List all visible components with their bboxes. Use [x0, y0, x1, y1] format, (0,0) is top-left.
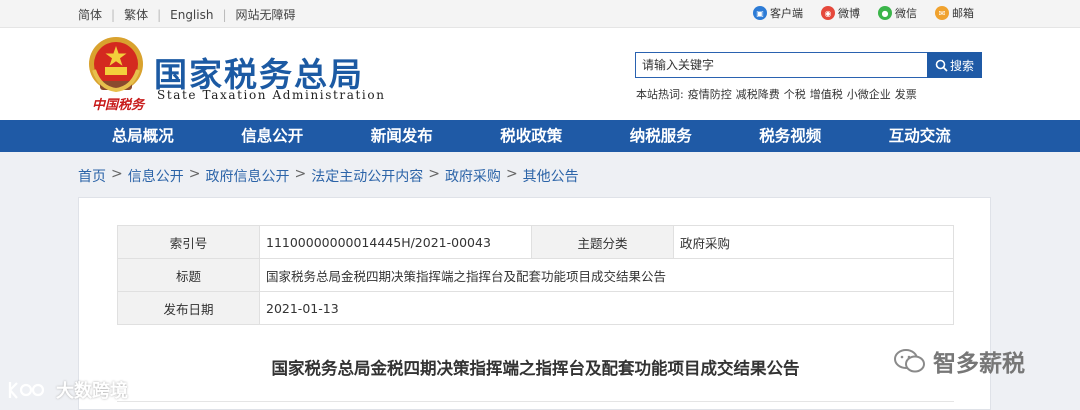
hot-words-label: 本站热词:	[636, 88, 684, 101]
hot-words: 本站热词: 疫情防控 减税降费 个税 增值税 小微企业 发票	[636, 86, 921, 102]
weibo-label: 微博	[838, 7, 860, 20]
index-value: 11100000000014445H/2021-00043	[259, 225, 532, 259]
social-links: ▣ 客户端 ◉ 微博 ● 微信 ✉ 邮箱	[735, 5, 974, 21]
watermark-right: 智多薪税	[893, 344, 1025, 378]
weibo-icon: ◉	[821, 6, 835, 20]
breadcrumb-separator: >	[505, 166, 518, 182]
hot-word[interactable]: 减税降费	[736, 86, 780, 102]
date-label: 发布日期	[117, 291, 260, 325]
hot-word[interactable]: 发票	[895, 86, 917, 102]
article-card: 索引号 11100000000014445H/2021-00043 主题分类 政…	[78, 197, 991, 410]
mail-icon: ✉	[935, 6, 949, 20]
divider: |	[222, 7, 227, 22]
divider	[117, 401, 954, 402]
divider: |	[157, 7, 162, 22]
link-english[interactable]: English	[170, 8, 213, 22]
nav-item-interaction[interactable]: 互动交流	[855, 120, 985, 152]
breadcrumb-current[interactable]: 其他公告	[523, 166, 579, 186]
watermark-right-text: 智多薪税	[933, 351, 1025, 377]
brand-icon	[8, 382, 45, 399]
breadcrumb-separator: >	[428, 166, 440, 182]
breadcrumb-item[interactable]: 政府信息公开	[205, 166, 289, 186]
breadcrumb-item[interactable]: 法定主动公开内容	[311, 166, 423, 186]
mail-link[interactable]: ✉ 邮箱	[935, 5, 974, 21]
divider: |	[111, 7, 116, 22]
nav-item-video[interactable]: 税务视频	[726, 120, 856, 152]
wechat-link[interactable]: ● 微信	[878, 5, 917, 21]
site-header: 中国税务 国家税务总局 State Taxation Administratio…	[0, 28, 1080, 120]
article-title: 国家税务总局金税四期决策指挥端之指挥台及配套功能项目成交结果公告	[271, 359, 800, 378]
client-label: 客户端	[770, 7, 803, 20]
document-meta-table: 索引号 11100000000014445H/2021-00043 主题分类 政…	[117, 225, 954, 325]
client-link[interactable]: ▣ 客户端	[753, 5, 803, 21]
main-nav: 总局概况 信息公开 新闻发布 税收政策 纳税服务 税务视频 互动交流	[0, 120, 1080, 152]
table-row: 发布日期 2021-01-13	[117, 291, 954, 325]
link-simplified[interactable]: 简体	[78, 6, 102, 23]
hot-word[interactable]: 疫情防控	[688, 86, 732, 102]
national-emblem-logo[interactable]	[86, 34, 146, 96]
title-label: 标题	[117, 258, 260, 292]
search-button-label: 搜索	[949, 58, 974, 73]
wechat-icon	[894, 349, 925, 373]
date-value: 2021-01-13	[259, 291, 954, 325]
language-links: 简体 | 繁体 | English | 网站无障碍	[78, 6, 296, 23]
watermark-left: 大数跨境	[6, 377, 128, 403]
search-bar: 搜索	[635, 52, 982, 78]
mail-label: 邮箱	[952, 7, 974, 20]
table-row: 标题 国家税务总局金税四期决策指挥端之指挥台及配套功能项目成交结果公告	[117, 258, 954, 292]
breadcrumb-item[interactable]: 信息公开	[128, 166, 184, 186]
mobile-icon: ▣	[753, 6, 767, 20]
breadcrumb: 首页 > 信息公开 > 政府信息公开 > 法定主动公开内容 > 政府采购 > 其…	[78, 166, 579, 186]
topic-label: 主题分类	[531, 225, 674, 259]
search-input[interactable]	[635, 52, 927, 78]
link-accessibility[interactable]: 网站无障碍	[236, 6, 296, 23]
top-bar: 简体 | 繁体 | English | 网站无障碍 ▣ 客户端 ◉ 微博 ● 微…	[0, 0, 1080, 28]
nav-item-overview[interactable]: 总局概况	[78, 120, 208, 152]
wechat-icon: ●	[878, 6, 892, 20]
seal-signature: 中国税务	[92, 98, 145, 113]
nav-item-tax-policy[interactable]: 税收政策	[467, 120, 597, 152]
hot-word[interactable]: 小微企业	[847, 86, 891, 102]
breadcrumb-home[interactable]: 首页	[78, 166, 106, 186]
table-row: 索引号 11100000000014445H/2021-00043 主题分类 政…	[117, 225, 954, 259]
watermark-left-text: 大数跨境	[56, 381, 128, 402]
search-icon	[935, 59, 948, 72]
nav-item-news[interactable]: 新闻发布	[337, 120, 467, 152]
link-traditional[interactable]: 繁体	[124, 6, 148, 23]
hot-word[interactable]: 增值税	[810, 86, 843, 102]
breadcrumb-separator: >	[111, 166, 123, 182]
topic-value: 政府采购	[673, 225, 954, 259]
wechat-label: 微信	[895, 7, 917, 20]
breadcrumb-separator: >	[188, 166, 201, 182]
search-button[interactable]: 搜索	[927, 52, 982, 78]
breadcrumb-separator: >	[294, 166, 307, 182]
hot-word[interactable]: 个税	[784, 86, 806, 102]
nav-item-taxpayer-service[interactable]: 纳税服务	[596, 120, 726, 152]
nav-item-info-disclosure[interactable]: 信息公开	[208, 120, 338, 152]
weibo-link[interactable]: ◉ 微博	[821, 5, 860, 21]
title-value: 国家税务总局金税四期决策指挥端之指挥台及配套功能项目成交结果公告	[259, 258, 954, 292]
index-label: 索引号	[117, 225, 260, 259]
site-subtitle: State Taxation Administration	[157, 88, 386, 102]
breadcrumb-item[interactable]: 政府采购	[445, 166, 501, 186]
